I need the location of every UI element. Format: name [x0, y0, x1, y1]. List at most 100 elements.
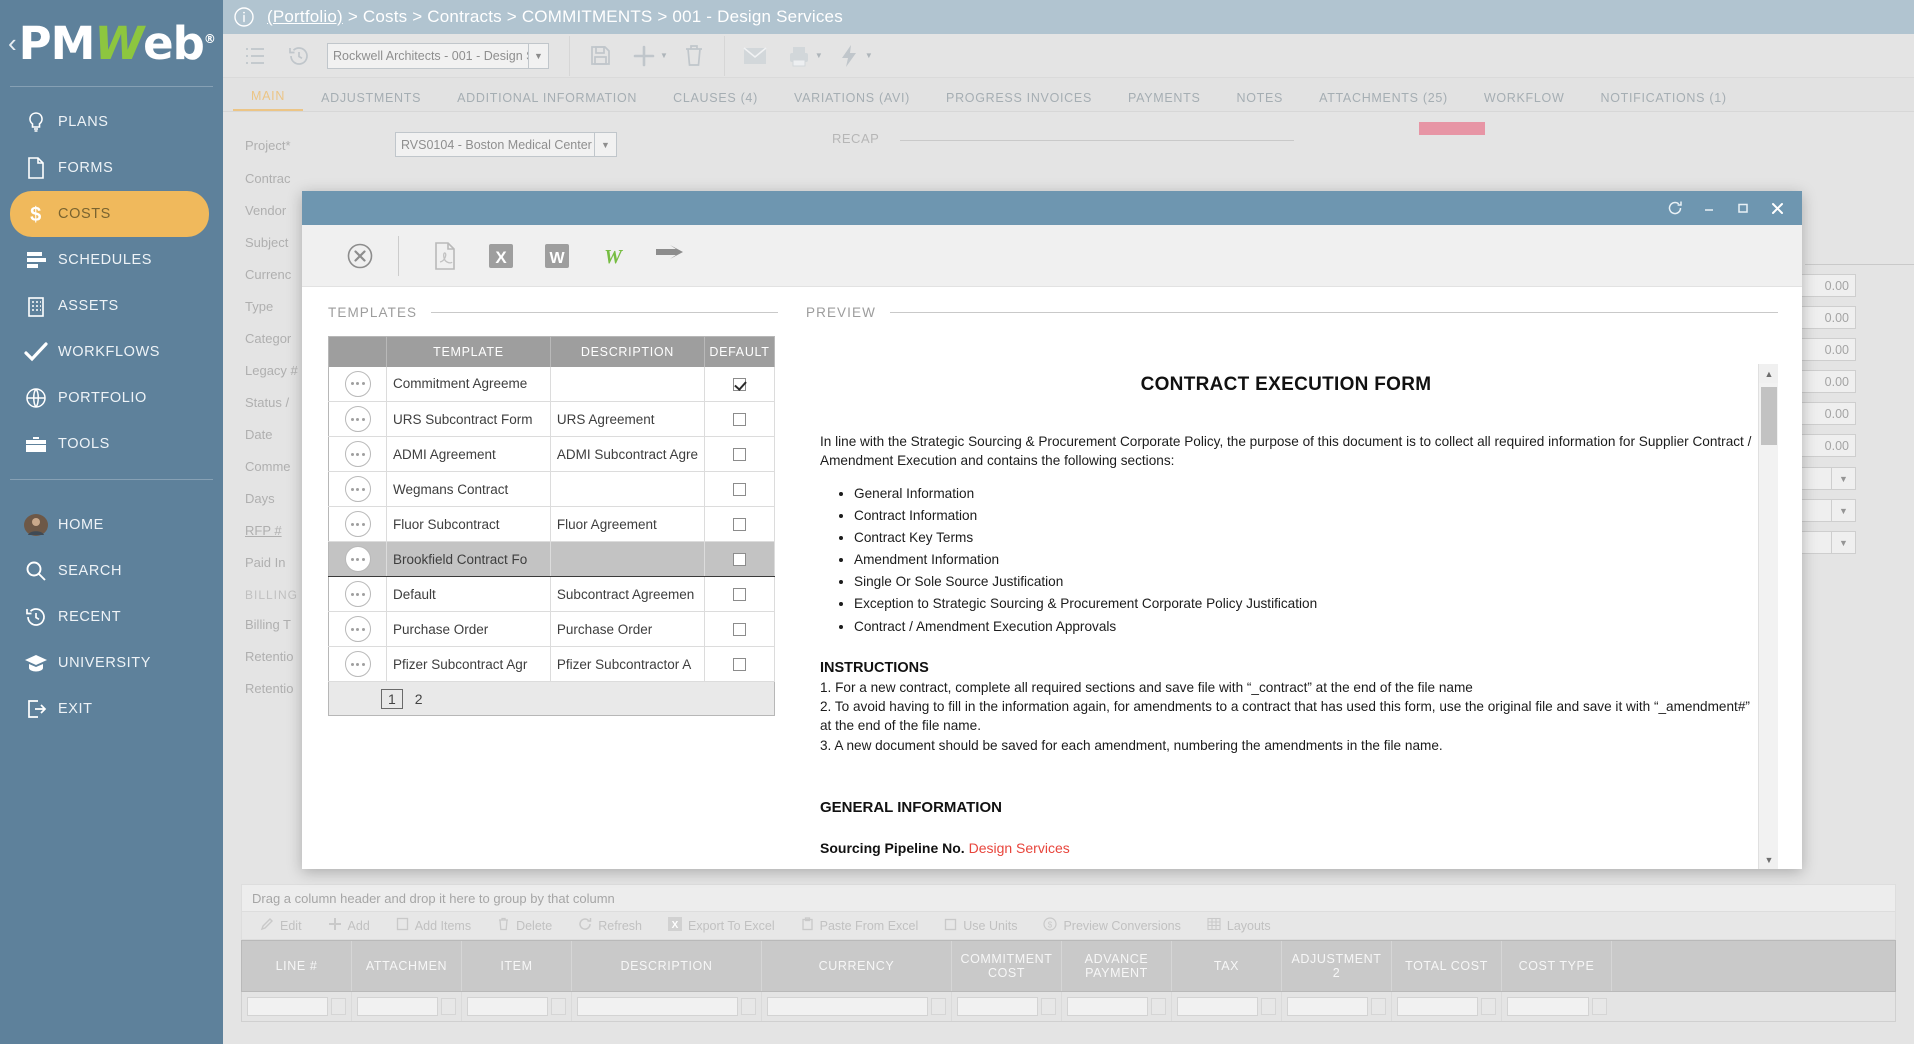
row-menu-icon[interactable] — [345, 441, 371, 467]
cell-template: Default — [387, 577, 551, 612]
table-row[interactable]: Default Subcontract Agreemen — [329, 577, 775, 612]
table-row[interactable]: Wegmans Contract — [329, 472, 775, 507]
send-icon[interactable] — [641, 233, 697, 279]
sidebar-item-label: RECENT — [58, 609, 121, 625]
default-checkbox[interactable] — [733, 553, 746, 566]
sidebar-item-label: ASSETS — [58, 298, 119, 314]
document-sections-list: General Information Contract Information… — [854, 483, 1752, 638]
app-root: ‹ PMWeb® PLANS FORMS $ COSTS — [0, 0, 1914, 1044]
row-menu-icon[interactable] — [345, 371, 371, 397]
sidebar-item-recent[interactable]: RECENT — [0, 594, 223, 640]
row-menu-icon[interactable] — [345, 406, 371, 432]
sidebar-item-search[interactable]: SEARCH — [0, 548, 223, 594]
sidebar-nav-primary: PLANS FORMS $ COSTS SCHEDULES — [0, 87, 223, 467]
sidebar-item-workflows[interactable]: WORKFLOWS — [0, 329, 223, 375]
table-row-selected[interactable]: Brookfield Contract Fo — [329, 542, 775, 577]
pmweb-icon[interactable]: W — [585, 233, 641, 279]
cell-default — [705, 542, 775, 577]
cancel-icon[interactable] — [332, 233, 388, 279]
table-row[interactable]: URS Subcontract Form URS Agreement — [329, 402, 775, 437]
collapse-sidebar-icon[interactable]: ‹ — [8, 28, 17, 59]
sidebar-item-label: COSTS — [58, 206, 111, 222]
cell-default — [705, 647, 775, 682]
row-menu-icon[interactable] — [345, 511, 371, 537]
minimize-icon[interactable] — [1692, 191, 1726, 225]
sidebar-item-home[interactable]: HOME — [0, 502, 223, 548]
sidebar-item-university[interactable]: UNIVERSITY — [0, 640, 223, 686]
sidebar-item-schedules[interactable]: SCHEDULES — [0, 237, 223, 283]
close-icon[interactable] — [1760, 191, 1794, 225]
sidebar-item-costs[interactable]: $ COSTS — [10, 191, 209, 237]
row-menu-icon[interactable] — [345, 476, 371, 502]
excel-icon[interactable]: X — [473, 233, 529, 279]
sidebar-item-tools[interactable]: TOOLS — [0, 421, 223, 467]
default-checkbox[interactable] — [733, 623, 746, 636]
templates-pager: 1 2 — [328, 682, 775, 716]
maximize-icon[interactable] — [1726, 191, 1760, 225]
templates-table: TEMPLATE DESCRIPTION DEFAULT Commitment … — [328, 336, 775, 682]
default-checkbox[interactable] — [733, 378, 746, 391]
cell-description: Pfizer Subcontractor A — [550, 647, 704, 682]
column-header-default[interactable]: DEFAULT — [705, 337, 775, 367]
dialog-titlebar — [302, 191, 1802, 225]
document-icon — [14, 156, 58, 180]
cell-default — [705, 367, 775, 402]
row-menu-icon[interactable] — [345, 616, 371, 642]
cell-description: ADMI Subcontract Agre — [550, 437, 704, 472]
list-item: Single Or Sole Source Justification — [854, 571, 1752, 593]
column-header-description[interactable]: DESCRIPTION — [550, 337, 704, 367]
toolbox-icon — [14, 433, 58, 455]
default-checkbox[interactable] — [733, 518, 746, 531]
default-checkbox[interactable] — [733, 588, 746, 601]
table-row[interactable]: Purchase Order Purchase Order — [329, 612, 775, 647]
app-logo[interactable]: ‹ PMWeb® — [0, 0, 223, 86]
cell-template: Brookfield Contract Fo — [387, 542, 551, 577]
sidebar-item-label: PORTFOLIO — [58, 390, 147, 406]
sourcing-pipeline-row: Sourcing Pipeline No. Design Services — [820, 840, 1752, 856]
sidebar-item-portfolio[interactable]: PORTFOLIO — [0, 375, 223, 421]
exit-icon — [14, 697, 58, 721]
cell-template: Commitment Agreeme — [387, 367, 551, 402]
table-row[interactable]: Fluor Subcontract Fluor Agreement — [329, 507, 775, 542]
scroll-down-icon[interactable]: ▼ — [1759, 850, 1778, 869]
sidebar-item-label: PLANS — [58, 114, 109, 130]
general-information-heading: GENERAL INFORMATION — [820, 799, 1752, 816]
row-menu-icon[interactable] — [345, 581, 371, 607]
row-actions-cell — [329, 542, 387, 577]
table-row[interactable]: Pfizer Subcontract Agr Pfizer Subcontrac… — [329, 647, 775, 682]
table-row[interactable]: Commitment Agreeme — [329, 367, 775, 402]
sidebar-item-assets[interactable]: ASSETS — [0, 283, 223, 329]
default-checkbox[interactable] — [733, 413, 746, 426]
row-actions-cell — [329, 437, 387, 472]
cell-default — [705, 402, 775, 437]
sidebar-item-label: SEARCH — [58, 563, 122, 579]
table-row[interactable]: ADMI Agreement ADMI Subcontract Agre — [329, 437, 775, 472]
scroll-up-icon[interactable]: ▲ — [1759, 364, 1778, 383]
refresh-icon[interactable] — [1658, 191, 1692, 225]
cell-description: URS Agreement — [550, 402, 704, 437]
sidebar-item-label: WORKFLOWS — [58, 344, 160, 360]
sidebar-item-exit[interactable]: EXIT — [0, 686, 223, 732]
preview-scrollbar[interactable]: ▲ ▼ — [1758, 364, 1778, 869]
sidebar-item-plans[interactable]: PLANS — [0, 99, 223, 145]
templates-panel: TEMPLATES TEMPLATE DESCRIPTION DEFAULT — [328, 305, 778, 869]
column-header-template[interactable]: TEMPLATE — [387, 337, 551, 367]
word-icon[interactable]: W — [529, 233, 585, 279]
row-actions-cell — [329, 612, 387, 647]
sidebar-item-forms[interactable]: FORMS — [0, 145, 223, 191]
default-checkbox[interactable] — [733, 448, 746, 461]
pager-page-1[interactable]: 1 — [381, 689, 403, 709]
pdf-icon[interactable] — [417, 233, 473, 279]
scrollbar-thumb[interactable] — [1761, 387, 1777, 445]
dollar-icon: $ — [14, 201, 58, 227]
sidebar-divider-bottom — [10, 479, 213, 480]
panel-divider — [431, 312, 778, 313]
preview-panel: PREVIEW CONTRACT EXECUTION FORM In line … — [806, 305, 1778, 869]
default-checkbox[interactable] — [733, 483, 746, 496]
instruction-line: 1. For a new contract, complete all requ… — [820, 678, 1752, 697]
row-menu-icon[interactable] — [345, 546, 371, 572]
pager-page-2[interactable]: 2 — [409, 690, 429, 708]
column-header-actions — [329, 337, 387, 367]
default-checkbox[interactable] — [733, 658, 746, 671]
row-menu-icon[interactable] — [345, 651, 371, 677]
